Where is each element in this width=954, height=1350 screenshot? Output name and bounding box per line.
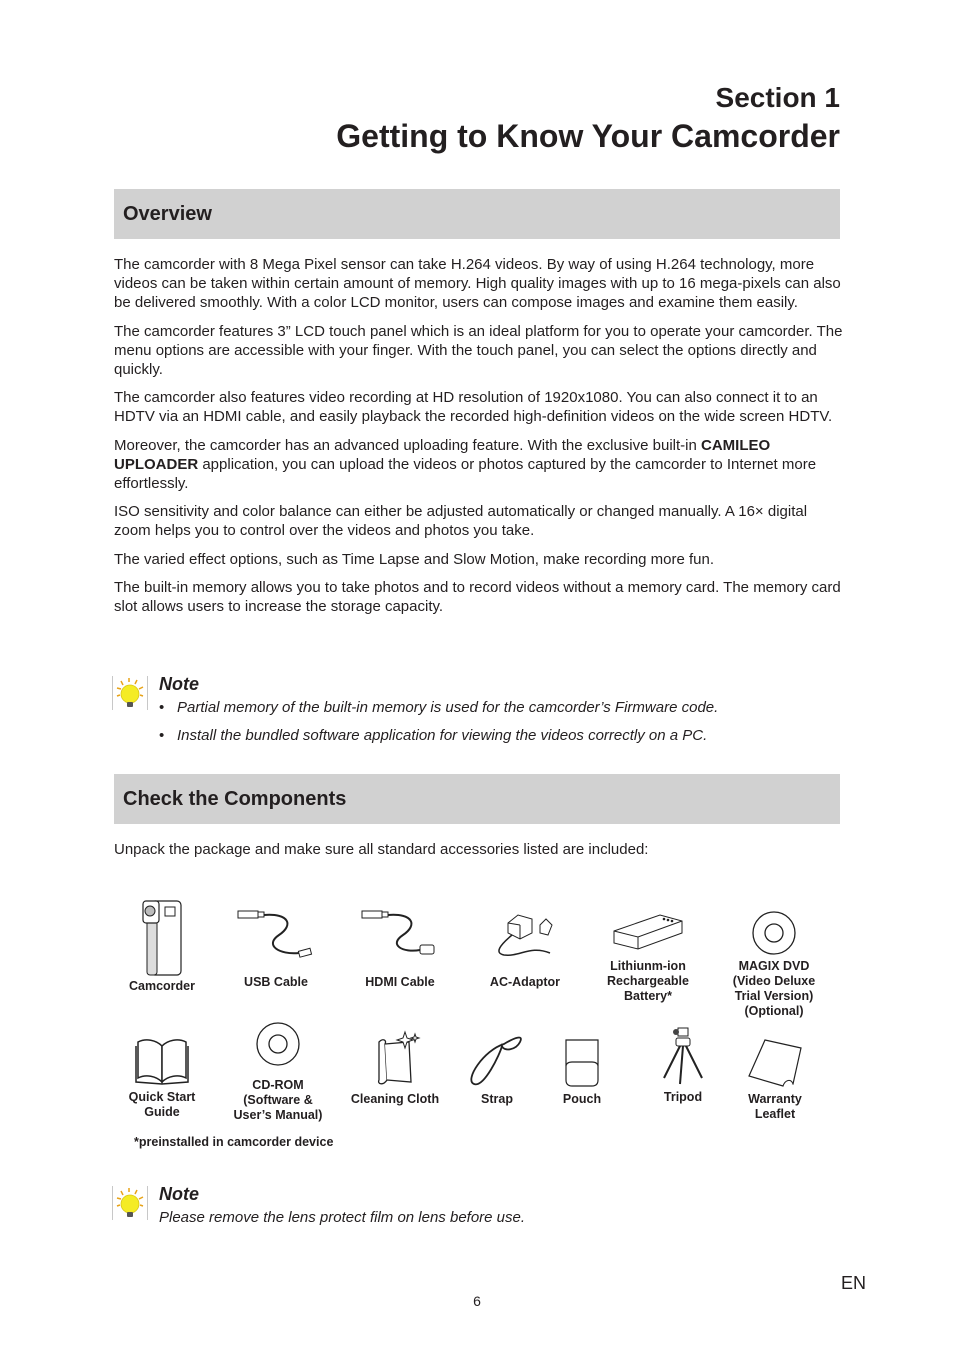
overview-paragraph: Moreover, the camcorder has an advanced … xyxy=(114,436,844,494)
component-label: MAGIX DVD (Video Deluxe Trial Version) (… xyxy=(732,959,816,1018)
component-label: Camcorder xyxy=(129,979,195,993)
section-title: Section 1 Getting to Know Your Camcorder xyxy=(336,82,840,154)
components-heading-bar: Check the Components xyxy=(114,774,840,824)
footnote: *preinstalled in camcorder device xyxy=(134,1135,334,1149)
strap-icon xyxy=(470,1036,522,1085)
note-item-text: Install the bundled software application… xyxy=(177,727,708,744)
section-label: Section 1 xyxy=(715,82,840,113)
component-ac-adaptor: AC-Adaptor xyxy=(480,905,570,990)
component-tripod: Tripod xyxy=(648,1024,718,1105)
page-number: 6 xyxy=(473,1293,481,1309)
component-label: Strap xyxy=(481,1092,513,1106)
component-cleaning-cloth: Cleaning Cloth xyxy=(345,1030,445,1107)
overview-body: The camcorder with 8 Mega Pixel sensor c… xyxy=(114,255,844,625)
component-label: USB Cable xyxy=(244,975,308,989)
component-label: Warranty Leaflet xyxy=(748,1092,802,1121)
note-item: • Partial memory of the built-in memory i… xyxy=(159,698,718,717)
component-camcorder: Camcorder xyxy=(122,897,202,994)
usb-cable-icon xyxy=(237,910,313,958)
component-magix-dvd: MAGIX DVD (Video Deluxe Trial Version) (… xyxy=(728,910,820,1019)
component-hdmi-cable: HDMI Cable xyxy=(356,905,444,990)
component-label: Quick Start Guide xyxy=(128,1090,196,1119)
component-label: Cleaning Cloth xyxy=(350,1092,440,1106)
component-label: Tripod xyxy=(663,1090,703,1104)
components-heading: Check the Components xyxy=(123,788,347,810)
cleaning-cloth-icon xyxy=(377,1030,421,1085)
page-title: Getting to Know Your Camcorder xyxy=(336,118,840,154)
overview-heading-bar: Overview xyxy=(114,189,840,239)
component-label: CD-ROM (Software & User’s Manual) xyxy=(233,1078,323,1122)
intro-text: Unpack the package and make sure all sta… xyxy=(114,841,649,858)
overview-paragraph: The camcorder features 3” LCD touch pane… xyxy=(114,322,843,379)
bullet: • xyxy=(159,699,165,716)
note-box: Note Please remove the lens protect film… xyxy=(112,1184,852,1234)
cd-icon xyxy=(256,1022,300,1066)
ac-adaptor-icon xyxy=(498,914,553,956)
overview-paragraph: The built-in memory allows you to take p… xyxy=(114,578,841,616)
component-cd-rom: CD-ROM (Software & User’s Manual) xyxy=(228,1020,328,1123)
pouch-icon xyxy=(565,1039,599,1087)
component-quick-start-guide: Quick Start Guide xyxy=(120,1034,204,1120)
camcorder-icon xyxy=(142,900,182,976)
overview-paragraph: The camcorder also features video record… xyxy=(114,389,833,426)
note-item: • Install the bundled software applicatio… xyxy=(159,726,718,745)
lightbulb-icon xyxy=(112,676,148,710)
lightbulb-icon xyxy=(112,1186,148,1220)
component-label: Lithiunm-ion Rechargeable Battery* xyxy=(607,959,689,1003)
note-text: Please remove the lens protect film on l… xyxy=(159,1209,526,1226)
note-box: Note • Partial memory of the built-in mem… xyxy=(112,674,852,754)
component-label: Pouch xyxy=(562,1092,602,1106)
dvd-icon xyxy=(752,911,796,955)
book-icon xyxy=(135,1039,189,1085)
note-item-text: Partial memory of the built-in memory is… xyxy=(177,699,719,716)
paragraph-text: Moreover, the camcorder has an advanced … xyxy=(114,436,701,454)
component-label: AC-Adaptor xyxy=(489,975,561,989)
overview-heading: Overview xyxy=(123,203,212,225)
note-title: Note xyxy=(159,1184,199,1204)
note-list: • Partial memory of the built-in memory i… xyxy=(159,698,718,754)
component-label: HDMI Cable xyxy=(365,975,435,989)
language-code: EN xyxy=(840,1273,866,1293)
component-pouch: Pouch xyxy=(552,1036,612,1107)
paragraph-text: application, you can upload the videos o… xyxy=(114,455,817,493)
bullet: • xyxy=(159,727,165,744)
overview-paragraph: The camcorder with 8 Mega Pixel sensor c… xyxy=(114,256,841,312)
overview-paragraph: ISO sensitivity and color balance can ei… xyxy=(114,503,808,540)
hdmi-cable-icon xyxy=(361,910,435,955)
component-battery: Lithiunm-ion Rechargeable Battery* xyxy=(598,905,698,1004)
components-intro: Unpack the package and make sure all sta… xyxy=(114,840,844,868)
battery-icon xyxy=(613,914,683,950)
component-strap: Strap xyxy=(462,1030,532,1107)
component-warranty-leaflet: Warranty Leaflet xyxy=(738,1036,812,1122)
tripod-icon xyxy=(663,1027,703,1085)
component-usb-cable: USB Cable xyxy=(232,905,320,990)
note-title: Note xyxy=(159,674,199,694)
overview-paragraph: The varied effect options, such as Time … xyxy=(114,550,715,568)
leaflet-icon xyxy=(748,1039,802,1087)
